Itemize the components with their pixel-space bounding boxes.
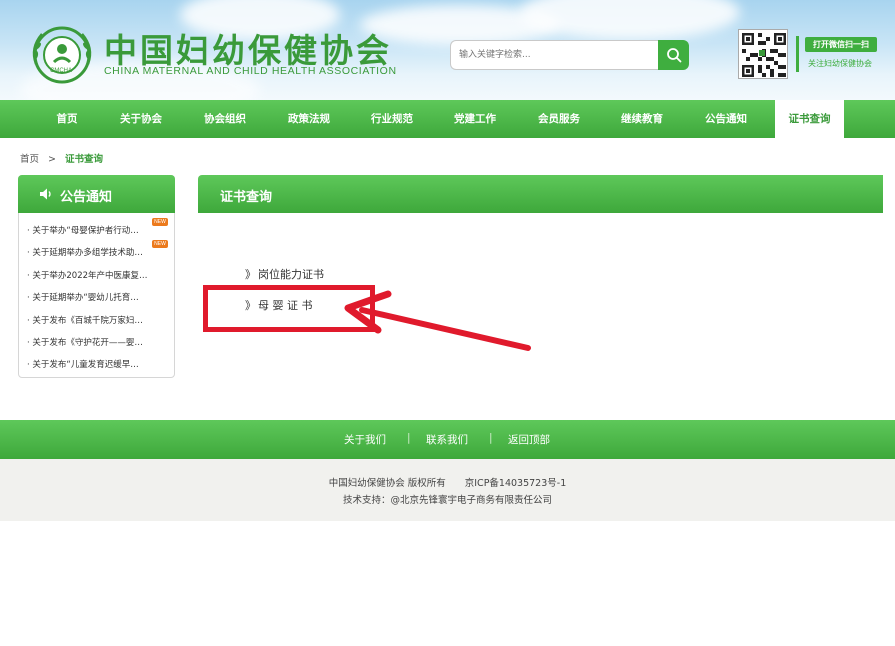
footer-link-back-to-top[interactable]: 返回顶部 bbox=[508, 432, 550, 447]
wechat-qr-code bbox=[738, 29, 788, 79]
footer-separator: | bbox=[407, 432, 411, 444]
notice-item[interactable]: · 关于发布《百城千院万家妇… bbox=[27, 310, 173, 332]
notice-item[interactable]: · 关于延期举办“婴幼儿托育… bbox=[27, 287, 173, 309]
nav-item-policy[interactable]: 政策法规 bbox=[280, 100, 338, 138]
sidebar-title: 公告通知 bbox=[60, 190, 113, 205]
footer-nav: 关于我们 | 联系我们 | 返回顶部 bbox=[0, 420, 895, 459]
footer-link-contact[interactable]: 联系我们 bbox=[426, 432, 468, 447]
notice-item-text: · 关于延期举办多组学技术助… bbox=[27, 248, 143, 259]
notice-item[interactable]: · 关于发布《守护花开——婴… bbox=[27, 332, 173, 354]
wechat-divider bbox=[796, 36, 799, 72]
notice-item-text: · 关于发布“儿童发育迟缓早… bbox=[27, 360, 139, 371]
notice-item[interactable]: · 关于举办2022年产中医康复… bbox=[27, 265, 173, 287]
main-nav: 首页 关于协会 协会组织 政策法规 行业规范 党建工作 会员服务 继续教育 公告… bbox=[0, 100, 895, 138]
nav-item-certificate[interactable]: 证书查询 bbox=[775, 100, 844, 138]
nav-item-party[interactable]: 党建工作 bbox=[446, 100, 504, 138]
notice-item[interactable]: · 关于发布“儿童发育迟缓早… bbox=[27, 354, 173, 376]
wechat-follow-text: 关注妇幼保健协会 bbox=[808, 59, 872, 68]
main-title: 证书查询 bbox=[220, 190, 273, 205]
nav-item-member[interactable]: 会员服务 bbox=[530, 100, 588, 138]
breadcrumb-home[interactable]: 首页 bbox=[20, 154, 39, 165]
notice-item-text: · 关于举办“母婴保护者行动… bbox=[27, 226, 139, 236]
speaker-icon bbox=[40, 188, 51, 200]
breadcrumb: 首页 > 证书查询 bbox=[20, 151, 103, 165]
search-box bbox=[450, 40, 689, 70]
notice-sidebar: 公告通知 · 关于举办“母婴保护者行动… · 关于延期举办多组学技术助… · 关… bbox=[18, 175, 175, 378]
footer-separator: | bbox=[489, 432, 493, 444]
main-header: 证书查询 bbox=[198, 175, 883, 213]
breadcrumb-separator: > bbox=[48, 154, 57, 165]
notice-item-text: · 关于举办2022年产中医康复… bbox=[27, 270, 148, 281]
new-badge: NEW bbox=[152, 240, 168, 248]
page-root: CMCHA 中国妇幼保健协会 CHINA MATERNAL AND CHILD … bbox=[0, 0, 895, 646]
link-label: 岗位能力证书 bbox=[258, 268, 324, 281]
sidebar-header: 公告通知 bbox=[18, 175, 175, 213]
notice-item-text: · 关于延期举办“婴幼儿托育… bbox=[27, 293, 139, 304]
notice-item-text: · 关于发布《百城千院万家妇… bbox=[27, 315, 143, 326]
site-header: CMCHA 中国妇幼保健协会 CHINA MATERNAL AND CHILD … bbox=[0, 0, 895, 100]
tech-support-text: 技术支持：@北京先锋寰宇电子商务有限责任公司 bbox=[342, 495, 552, 506]
new-badge: NEW bbox=[152, 218, 168, 226]
nav-item-organization[interactable]: 协会组织 bbox=[196, 100, 254, 138]
copyright-text: 中国妇幼保健协会 版权所有 京ICP备14035723号-1 bbox=[328, 478, 567, 489]
footer-link-about[interactable]: 关于我们 bbox=[344, 432, 386, 447]
annotation-arrow-icon bbox=[344, 290, 531, 351]
breadcrumb-current: 证书查询 bbox=[65, 154, 104, 165]
wechat-scan-button[interactable]: 打开微信扫一扫 bbox=[805, 37, 877, 52]
nav-item-home[interactable]: 首页 bbox=[42, 100, 92, 138]
nav-item-about[interactable]: 关于协会 bbox=[112, 100, 170, 138]
search-input[interactable] bbox=[450, 40, 660, 70]
cloud-decoration bbox=[520, 0, 740, 40]
logo-text: CMCHA bbox=[50, 68, 72, 74]
qr-code-icon bbox=[742, 33, 786, 77]
association-logo[interactable]: CMCHA bbox=[26, 24, 98, 86]
search-button[interactable] bbox=[658, 40, 689, 70]
nav-item-education[interactable]: 继续教育 bbox=[613, 100, 671, 138]
site-subtitle: CHINA MATERNAL AND CHILD HEALTH ASSOCIAT… bbox=[104, 65, 397, 77]
nav-item-standards[interactable]: 行业规范 bbox=[363, 100, 421, 138]
nav-item-notice[interactable]: 公告通知 bbox=[697, 100, 755, 138]
search-icon bbox=[666, 48, 681, 63]
logo-emblem-icon bbox=[32, 26, 92, 84]
post-competency-certificate-link[interactable]: 》岗位能力证书 bbox=[245, 266, 324, 282]
notice-item-text: · 关于发布《守护花开——婴… bbox=[27, 337, 143, 348]
chevron-right-icon: 》 bbox=[245, 268, 256, 281]
footer-info: 中国妇幼保健协会 版权所有 京ICP备14035723号-1 技术支持：@北京先… bbox=[0, 459, 895, 521]
